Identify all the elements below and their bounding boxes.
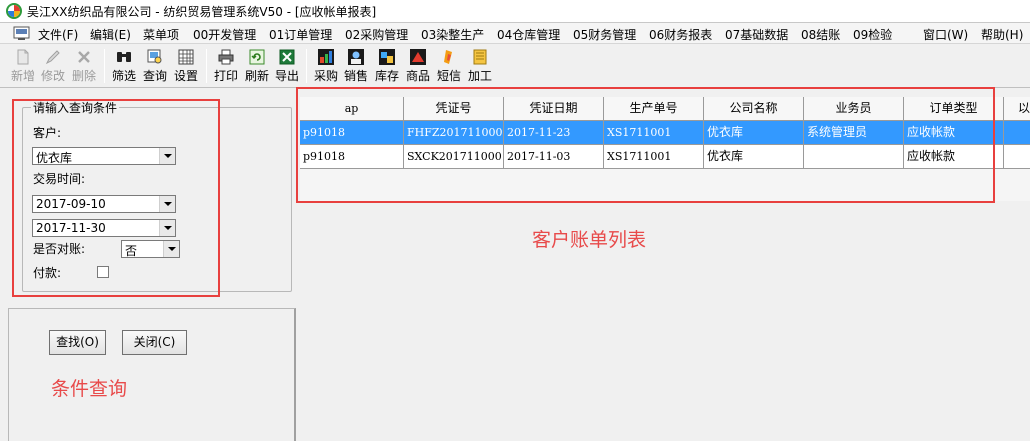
delete-button-label: 删除 [71, 69, 96, 83]
delete-button[interactable]: 删除 [69, 48, 99, 86]
app-window: 吴江XX纺织品有限公司 - 纺织贸易管理系统V50 - [应收帐单报表] 文件(… [0, 0, 1030, 441]
column-header-more[interactable]: 以 [1004, 97, 1030, 121]
cell-more[interactable] [1004, 121, 1030, 145]
bill-grid-area: ap 凭证号 凭证日期 生产单号 公司名称 业务员 订单类型 以 p91018 … [296, 87, 1030, 441]
sms-icon [444, 50, 452, 64]
search-button[interactable]: 查找(O) [49, 330, 106, 355]
toolbar: 新增 修改 删除 筛选 查询 设置 打印 刷新 导出 采购 销售 库存 商品 短… [0, 45, 1030, 88]
query-icon [147, 49, 162, 64]
purchase-icon [318, 49, 334, 65]
title-bar: 吴江XX纺织品有限公司 - 纺织贸易管理系统V50 - [应收帐单报表] [0, 0, 1030, 23]
export-button-label: 导出 [274, 69, 299, 83]
menu-edit[interactable]: 编辑(E) [90, 26, 131, 43]
menu-dyeing[interactable]: 03染整生产 [421, 26, 484, 43]
menu-orders[interactable]: 01订单管理 [269, 26, 332, 43]
menu-window[interactable]: 窗口(W) [923, 26, 968, 43]
processing-icon [473, 49, 487, 65]
menu-purchase[interactable]: 02采购管理 [345, 26, 408, 43]
query-panel: 请输入查询条件 客户: 优衣库 交易时间: 2017-09-10 2017-11… [0, 89, 296, 441]
goods-icon [410, 49, 426, 65]
menu-warehouse[interactable]: 04仓库管理 [497, 26, 560, 43]
printer-icon [218, 49, 234, 65]
binoculars-icon [117, 52, 131, 62]
query-highlight-box [12, 99, 220, 297]
menu-finance[interactable]: 05财务管理 [573, 26, 636, 43]
edit-icon [45, 50, 60, 65]
menu-base-data[interactable]: 07基础数据 [725, 26, 788, 43]
processing-button-label: 加工 [467, 69, 492, 83]
settings-grid-icon [178, 49, 194, 65]
menu-development[interactable]: 00开发管理 [193, 26, 256, 43]
refresh-icon [249, 49, 265, 65]
export-button[interactable]: 导出 [272, 48, 302, 86]
window-title: 吴江XX纺织品有限公司 - 纺织贸易管理系统V50 - [应收帐单报表] [27, 4, 377, 19]
settings-button[interactable]: 设置 [171, 48, 201, 86]
menu-closing[interactable]: 08结账 [801, 26, 840, 43]
close-button[interactable]: 关闭(C) [122, 330, 187, 355]
menu-inspection[interactable]: 09检验 [853, 26, 892, 43]
settings-button-label: 设置 [173, 69, 198, 83]
grid-highlight-box [296, 87, 995, 203]
menu-menu-items[interactable]: 菜单项 [143, 26, 179, 43]
cell-more[interactable] [1004, 145, 1030, 169]
menu-file[interactable]: 文件(F) [38, 26, 78, 43]
inventory-icon [379, 49, 395, 65]
menu-bar: 文件(F) 编辑(E) 菜单项 00开发管理 01订单管理 02采购管理 03染… [0, 23, 1030, 44]
delete-icon [78, 51, 90, 63]
processing-button[interactable]: 加工 [465, 48, 495, 86]
new-icon [17, 49, 29, 65]
sales-icon [348, 49, 364, 65]
condition-query-annotation: 条件查询 [51, 378, 128, 400]
system-menu-icon[interactable] [13, 26, 30, 40]
menu-finance-reports[interactable]: 06财务报表 [649, 26, 712, 43]
bill-list-annotation: 客户账单列表 [532, 229, 647, 251]
app-logo-icon [6, 3, 22, 19]
excel-export-icon [279, 49, 295, 65]
menu-help[interactable]: 帮助(H) [981, 26, 1023, 43]
